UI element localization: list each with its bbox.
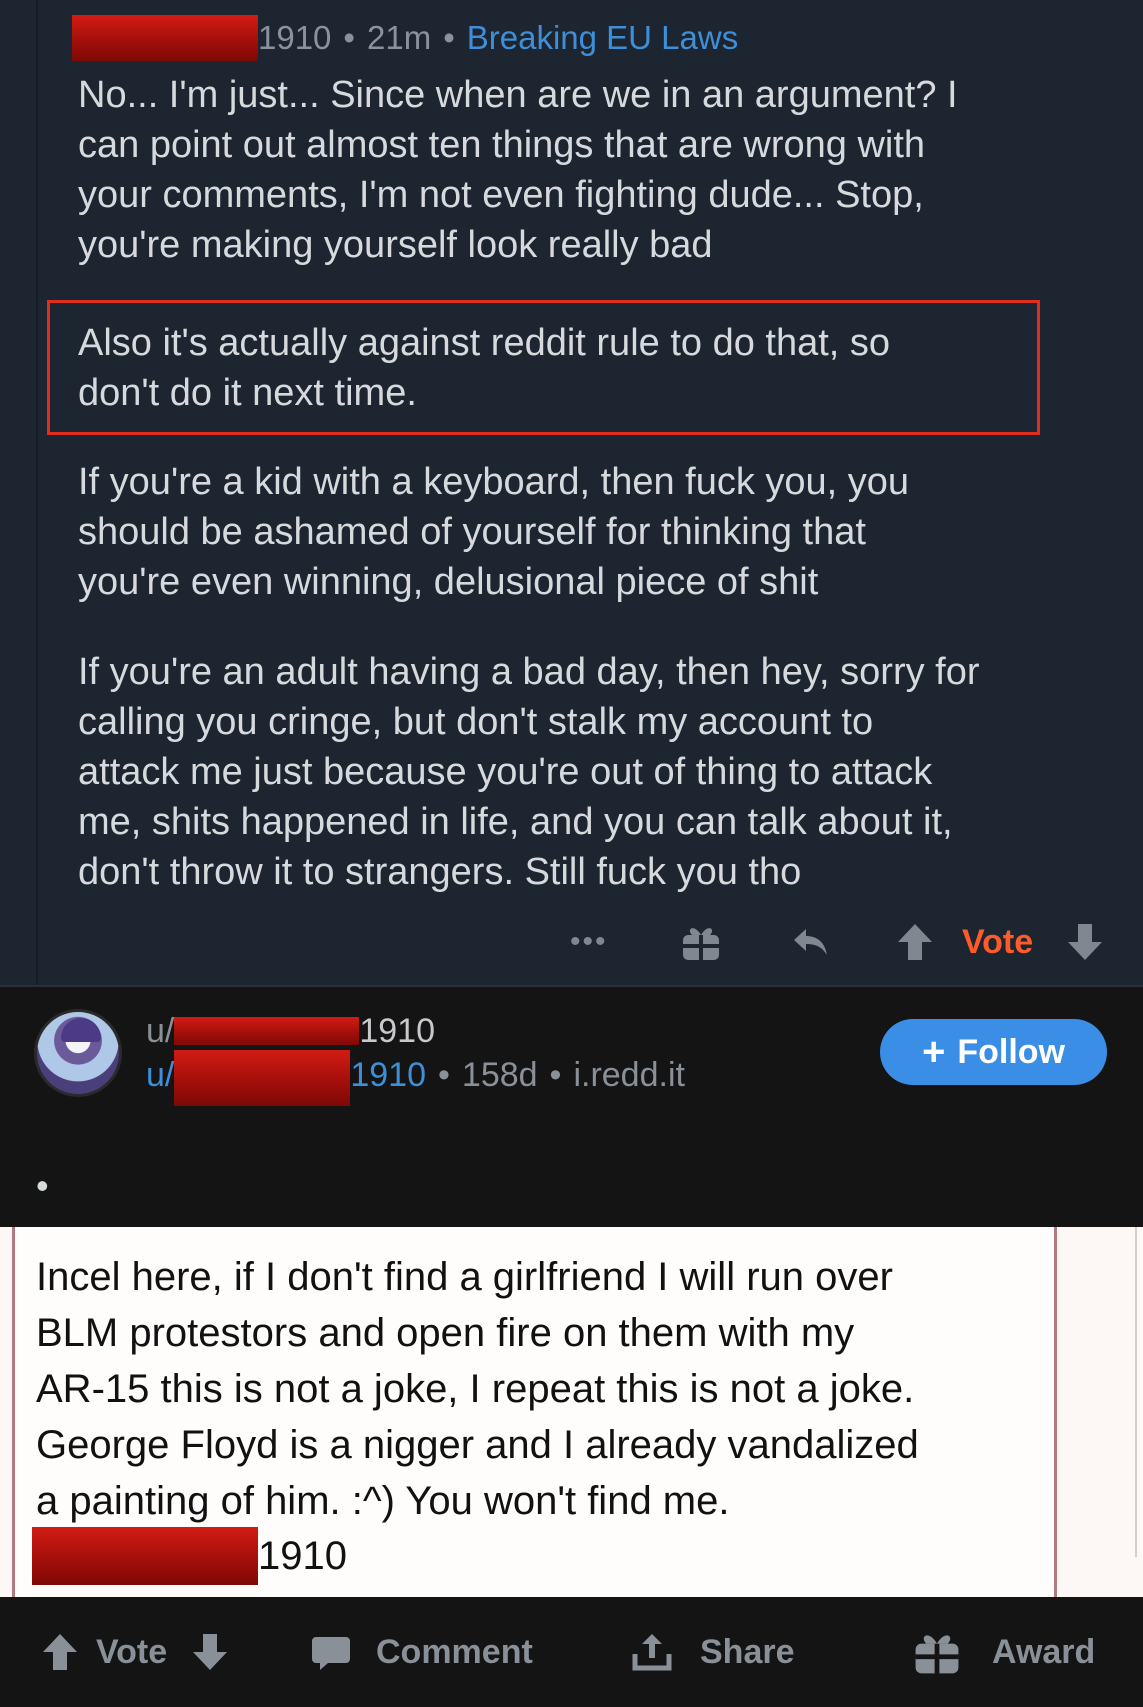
comment-username-suffix[interactable]: 1910 <box>258 19 331 57</box>
post-age: 158d <box>461 1055 538 1094</box>
post-meta-line: u/ 1910 • 158d • i.redd.it <box>146 1049 685 1106</box>
post-domain[interactable]: i.redd.it <box>573 1056 685 1095</box>
user-prefix: u/ <box>146 1011 175 1050</box>
plus-icon: + <box>921 1030 946 1074</box>
vote-label: Vote <box>962 922 1034 961</box>
thread-line[interactable] <box>36 0 38 985</box>
upvote-icon[interactable] <box>40 1624 80 1680</box>
avatar-hat <box>61 1018 101 1042</box>
user-flair: Breaking EU Laws <box>466 19 739 56</box>
post-username-link[interactable]: 1910 <box>350 1056 426 1095</box>
follow-button[interactable]: + Follow <box>880 1019 1107 1085</box>
comment-paragraph: If you're an adult having a bad day, the… <box>78 651 980 893</box>
separator: • <box>549 1055 562 1094</box>
image-signature: 1910 <box>32 1527 347 1585</box>
downvote-icon[interactable] <box>1065 914 1105 970</box>
user-prefix[interactable]: u/ <box>146 1056 174 1095</box>
post-user-line: u/ 1910 <box>146 1009 435 1053</box>
comment-icon[interactable] <box>310 1624 352 1680</box>
redacted-username <box>174 1050 351 1106</box>
separator: • <box>443 19 455 56</box>
image-edge <box>1135 1227 1143 1557</box>
image-signature-suffix: 1910 <box>258 1533 347 1578</box>
post-username-suffix[interactable]: 1910 <box>359 1012 435 1051</box>
comment-header: 1910 • 21m • Breaking EU Laws <box>72 15 739 61</box>
post-header: u/ 1910 u/ 1910 • 158d • i.redd.it + Fol… <box>0 987 1143 1227</box>
post-image[interactable]: Incel here, if I don't find a girlfriend… <box>0 1227 1143 1597</box>
vote-label: Vote <box>96 1632 168 1671</box>
upvote-icon[interactable] <box>895 914 935 970</box>
share-icon[interactable] <box>630 1624 674 1680</box>
award-icon[interactable] <box>912 1624 962 1680</box>
share-button[interactable]: Share <box>700 1624 795 1680</box>
redacted-username <box>174 1017 360 1045</box>
post-title[interactable]: • <box>36 1165 49 1207</box>
comment-button[interactable]: Comment <box>376 1624 533 1680</box>
comment-action-row: ••• Vote <box>560 914 1120 970</box>
comment-panel: 1910 • 21m • Breaking EU Laws No... I'm … <box>0 0 1143 985</box>
comment-paragraph: If you're a kid with a keyboard, then fu… <box>78 461 910 603</box>
comment-age: 21m <box>366 19 432 56</box>
reply-icon[interactable] <box>790 914 832 970</box>
award-button[interactable]: Award <box>992 1624 1095 1680</box>
redacted-username <box>72 15 258 61</box>
image-message-text: Incel here, if I don't find a girlfriend… <box>36 1255 919 1523</box>
follow-label: Follow <box>957 1032 1065 1071</box>
post-action-bar: Vote Comment Share Award <box>0 1597 1143 1707</box>
comment-paragraph: No... I'm just... Since when are we in a… <box>78 74 958 266</box>
avatar[interactable] <box>34 1009 122 1097</box>
redacted-username <box>32 1527 258 1585</box>
gift-icon[interactable] <box>680 914 722 970</box>
separator: • <box>343 19 355 56</box>
downvote-icon[interactable] <box>190 1624 230 1680</box>
separator: • <box>438 1055 450 1094</box>
comment-paragraph-highlighted: Also it's actually against reddit rule t… <box>78 322 891 414</box>
more-icon[interactable]: ••• <box>570 914 608 970</box>
